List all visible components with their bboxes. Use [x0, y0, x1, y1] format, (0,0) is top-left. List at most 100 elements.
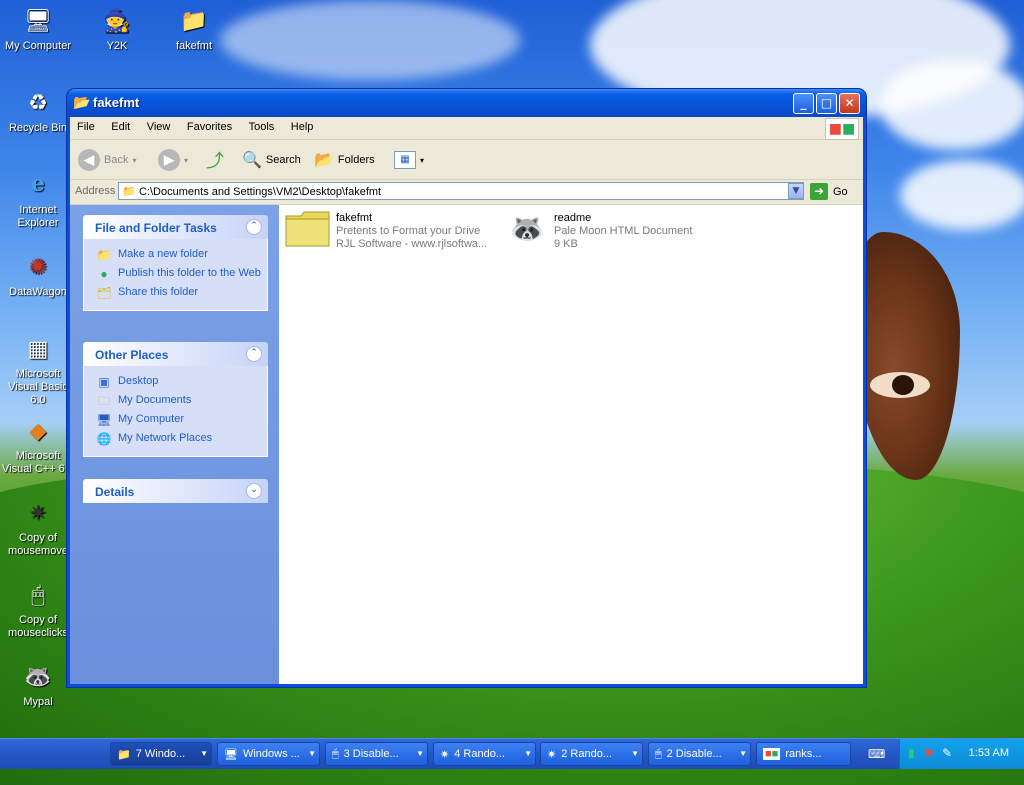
link-label: Make a new folder	[118, 248, 208, 260]
toolbar: ◀ Back ▾ ▶ ▾ ⤴ 🔍 Search 📂 Folders ▦ ▾	[70, 140, 863, 180]
desktop-link[interactable]: ▣ Desktop	[84, 372, 267, 391]
address-bar: Address 📁 C:\Documents and Settings\VM2\…	[70, 180, 863, 205]
folder-icon: 📁	[117, 748, 131, 761]
address-dropdown-button[interactable]: ▼	[788, 183, 804, 199]
desktop-icon-internet-explorer[interactable]: e Internet Explorer	[1, 168, 75, 230]
new-folder-icon: 📁	[96, 248, 112, 262]
chevron-down-icon: ▾	[132, 155, 137, 165]
taskbar-item-label: 2 Disable...	[666, 748, 722, 760]
publish-folder-link[interactable]: ● Publish this folder to the Web	[84, 264, 267, 283]
taskbar: 📁 7 Windo... ▼ 🖥 Windows ... ▼ 🖱 3 Disab…	[0, 738, 1024, 769]
tray-icon[interactable]: ✎	[942, 746, 952, 760]
desktop-icon-mousemove[interactable]: ✷ Copy of mousemove	[1, 496, 75, 558]
tray-icon[interactable]: ▮	[908, 746, 915, 760]
mouse-icon: 🖱	[655, 747, 662, 760]
chevron-down-icon: ▼	[200, 749, 208, 758]
menu-view[interactable]: View	[140, 117, 177, 133]
desktop-icon-label: Microsoft Visual C++ 6.0	[2, 450, 74, 475]
file-item-readme[interactable]: 🦝 readme Pale Moon HTML Document 9 KB	[507, 210, 707, 251]
menu-file[interactable]: File	[70, 117, 101, 133]
network-icon: 🌐	[96, 432, 112, 446]
go-button[interactable]: ➜ Go	[810, 183, 848, 200]
computer-icon: 🖥	[96, 413, 112, 427]
chevron-down-icon: ▼	[631, 749, 639, 758]
desktop-icon-fakefmt-folder[interactable]: 📁 fakefmt	[157, 4, 231, 53]
desktop-icon-recycle-bin[interactable]: ♻ Recycle Bin	[1, 86, 75, 135]
raccoon-icon: 🦝	[509, 213, 545, 244]
desktop-icon-my-computer[interactable]: 🖥 My Computer	[1, 4, 75, 53]
windows-logo-icon: ■■	[825, 118, 859, 140]
back-label: Back	[104, 154, 129, 166]
taskbar-item[interactable]: ■■ ranks...	[756, 742, 851, 766]
taskbar-item-label: Windows ...	[242, 748, 300, 760]
documents-icon: 🗀	[97, 394, 110, 408]
mouse-icon: 🖱	[31, 581, 45, 607]
folders-button[interactable]: 📂 Folders	[314, 148, 375, 172]
panel-title: File and Folder Tasks	[95, 221, 217, 235]
search-label: Search	[265, 154, 301, 166]
task-pane: File and Folder Tasks ⌃ 📁 Make a new fol…	[70, 205, 279, 684]
close-button[interactable]: ✕	[839, 93, 860, 114]
collapse-icon[interactable]: ⌃	[246, 346, 262, 362]
taskbar-item[interactable]: 🖱 3 Disable... ▼	[325, 742, 428, 766]
system-tray: ▮ ✖ ✎ 1:53 AM	[899, 739, 1024, 769]
desktop-icon-label: fakefmt	[175, 40, 213, 52]
menu-edit[interactable]: Edit	[104, 117, 136, 133]
file-description: Pretents to Format your Drive	[336, 225, 481, 237]
desktop-icon-vb6[interactable]: ▦ Microsoft Visual Basic 6.0	[1, 332, 75, 407]
address-input[interactable]: 📁 C:\Documents and Settings\VM2\Desktop\…	[118, 182, 804, 200]
back-button[interactable]: ◀ Back ▾	[78, 148, 136, 172]
make-new-folder-link[interactable]: 📁 Make a new folder	[84, 245, 267, 264]
desktop-icon-label: Y2K	[106, 40, 128, 52]
other-places-panel: Other Places ⌃ ▣ Desktop 🗀 My Documents …	[83, 342, 268, 457]
panel-header[interactable]: Other Places ⌃	[83, 342, 268, 366]
up-folder-icon: ⤴	[206, 151, 224, 171]
minimize-button[interactable]: _	[793, 93, 814, 114]
up-folder-button[interactable]: ⤴	[206, 148, 224, 172]
taskbar-item[interactable]: ✷ 4 Rando... ▼	[433, 742, 536, 766]
panel-header[interactable]: Details ⌄	[83, 479, 268, 503]
taskbar-item[interactable]: 🖥 Windows ... ▼	[217, 742, 320, 766]
file-company: RJL Software - www.rjlsoftwa...	[336, 238, 488, 250]
desktop-icon-vc6[interactable]: ◆ Microsoft Visual C++ 6.0	[1, 414, 75, 476]
keyboard-icon[interactable]: ⌨	[868, 747, 885, 761]
chevron-down-icon: ▾	[420, 155, 425, 165]
taskbar-item-label: 2 Rando...	[561, 748, 612, 760]
my-documents-link[interactable]: 🗀 My Documents	[84, 391, 267, 410]
desktop-icon-datawagon[interactable]: ✺ DataWagon	[1, 250, 75, 299]
taskbar-item[interactable]: 📁 7 Windo... ▼	[110, 742, 212, 766]
views-button[interactable]: ▦ ▾	[394, 148, 424, 172]
file-item-fakefmt[interactable]: fakefmt Pretents to Format your Drive RJ…	[285, 210, 497, 251]
menu-favorites[interactable]: Favorites	[180, 117, 238, 133]
desktop-icon-y2k[interactable]: 🧙 Y2K	[80, 4, 154, 53]
folder-icon: 📁	[122, 186, 136, 198]
panel-body: ▣ Desktop 🗀 My Documents 🖥 My Computer 🌐…	[83, 366, 268, 457]
clock[interactable]: 1:53 AM	[969, 747, 1009, 759]
folders-icon: 📂	[314, 152, 334, 169]
title-bar[interactable]: 📂 fakefmt _ □ ✕	[67, 89, 866, 117]
my-computer-link[interactable]: 🖥 My Computer	[84, 410, 267, 429]
face-photo	[850, 232, 960, 480]
taskbar-item[interactable]: 🖱 2 Disable... ▼	[648, 742, 751, 766]
desktop-icon-label: Internet Explorer	[17, 204, 59, 229]
desktop-icon-mouseclicks[interactable]: 🖱 Copy of mouseclicks	[1, 578, 75, 640]
forward-button[interactable]: ▶ ▾	[158, 148, 188, 172]
my-network-places-link[interactable]: 🌐 My Network Places	[84, 429, 267, 448]
panel-header[interactable]: File and Folder Tasks ⌃	[83, 215, 268, 239]
expand-icon[interactable]: ⌄	[246, 483, 262, 499]
desktop-icon: ▣	[98, 375, 110, 389]
menu-tools[interactable]: Tools	[242, 117, 281, 133]
address-value: C:\Documents and Settings\VM2\Desktop\fa…	[139, 186, 382, 198]
tray-icon[interactable]: ✖	[924, 746, 934, 760]
maximize-button[interactable]: □	[816, 93, 837, 114]
taskbar-item[interactable]: ✷ 2 Rando... ▼	[540, 742, 643, 766]
desktop-icon-mypal[interactable]: 🦝 Mypal	[1, 660, 75, 709]
taskbar-item-label: 7 Windo...	[135, 748, 186, 760]
folders-label: Folders	[337, 154, 375, 166]
cloud	[880, 60, 1024, 150]
share-folder-link[interactable]: 🗂 Share this folder	[84, 283, 267, 302]
cloud	[220, 0, 520, 80]
search-button[interactable]: 🔍 Search	[242, 148, 301, 172]
menu-help[interactable]: Help	[284, 117, 320, 133]
collapse-icon[interactable]: ⌃	[246, 219, 262, 235]
